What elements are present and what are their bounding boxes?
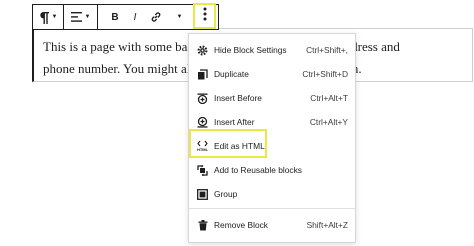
paragraph-type-button[interactable]: ▼ — [39, 5, 58, 29]
insert-before-icon — [196, 92, 209, 105]
link-button[interactable] — [148, 5, 164, 29]
menu-item-add-to-reusable-blocks[interactable]: Add to Reusable blocks — [195, 159, 351, 181]
menu-item-label: Duplicate — [214, 69, 249, 79]
menu-separator — [189, 208, 355, 209]
menu-item-hide-block-settings[interactable]: Hide Block Settings Ctrl+Shift+, — [195, 39, 351, 61]
pilcrow-icon — [39, 11, 49, 24]
block-toolbar: ▼ ▼ B I ▼ — [32, 4, 219, 30]
chevron-down-icon: ▼ — [84, 14, 91, 20]
block-settings-menu: Hide Block Settings Ctrl+Shift+, Duplica… — [188, 33, 356, 243]
menu-item-insert-before[interactable]: Insert Before Ctrl+Alt+T — [195, 87, 351, 109]
bold-icon: B — [111, 11, 119, 23]
menu-item-label: Insert After — [214, 117, 255, 127]
vertical-ellipsis-icon — [203, 7, 207, 26]
more-formatting-button[interactable]: ▼ — [173, 5, 183, 29]
alignment-group: ▼ — [64, 5, 98, 29]
html-icon: HTML — [196, 140, 209, 153]
menu-item-shortcut: Shift+Alt+Z — [306, 220, 348, 230]
italic-icon: I — [133, 11, 137, 23]
menu-item-shortcut: Ctrl+Alt+T — [310, 93, 348, 103]
menu-item-label: Edit as HTML — [214, 141, 265, 151]
chevron-down-icon: ▼ — [176, 14, 183, 20]
block-type-group: ▼ — [33, 5, 64, 29]
menu-item-edit-as-html[interactable]: HTML Edit as HTML — [195, 135, 351, 157]
bold-button[interactable]: B — [108, 5, 122, 29]
menu-item-shortcut: Ctrl+Alt+Y — [309, 117, 348, 127]
link-icon — [150, 11, 162, 23]
menu-item-shortcut: Ctrl+Shift+, — [306, 45, 348, 55]
gear-icon — [196, 44, 209, 57]
menu-item-group[interactable]: Group — [195, 183, 351, 205]
menu-item-shortcut: Ctrl+Shift+D — [302, 69, 348, 79]
menu-item-label: Insert Before — [214, 93, 262, 103]
menu-item-remove-block[interactable]: Remove Block Shift+Alt+Z — [195, 214, 351, 236]
menu-item-insert-after[interactable]: Insert After Ctrl+Alt+Y — [195, 111, 351, 133]
chevron-down-icon: ▼ — [51, 14, 58, 20]
reusable-block-icon — [196, 164, 209, 177]
paragraph-line-1-start: This is a page with some basic — [43, 39, 202, 54]
menu-item-label: Hide Block Settings — [214, 45, 287, 55]
align-left-icon — [70, 12, 82, 22]
menu-item-label: Remove Block — [214, 220, 268, 230]
group-icon — [196, 188, 209, 201]
trash-icon — [196, 219, 209, 232]
menu-item-label: Add to Reusable blocks — [214, 165, 302, 175]
italic-button[interactable]: I — [128, 5, 142, 29]
menu-item-label: Group — [214, 189, 238, 199]
insert-after-icon — [196, 116, 209, 129]
align-button[interactable]: ▼ — [70, 5, 91, 29]
duplicate-icon — [196, 68, 209, 81]
html-icon-text: HTML — [196, 147, 209, 152]
menu-item-duplicate[interactable]: Duplicate Ctrl+Shift+D — [195, 63, 351, 85]
more-options-button[interactable] — [193, 3, 216, 29]
paragraph-line-2-start: phone number. You might also — [43, 61, 202, 76]
